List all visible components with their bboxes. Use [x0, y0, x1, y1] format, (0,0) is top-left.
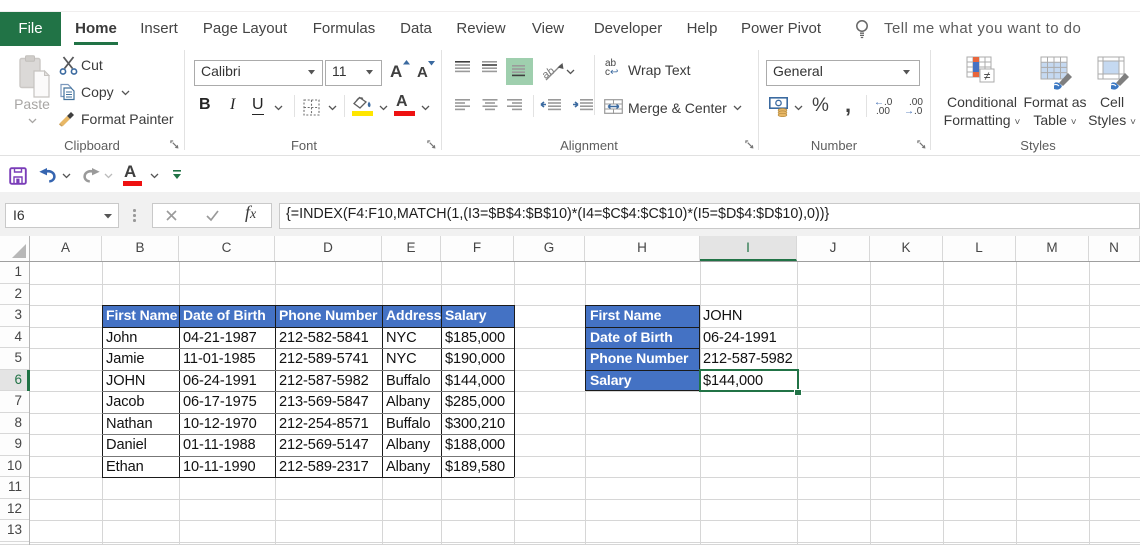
svg-text:ab: ab	[541, 65, 557, 82]
svg-text:≠: ≠	[984, 69, 991, 83]
